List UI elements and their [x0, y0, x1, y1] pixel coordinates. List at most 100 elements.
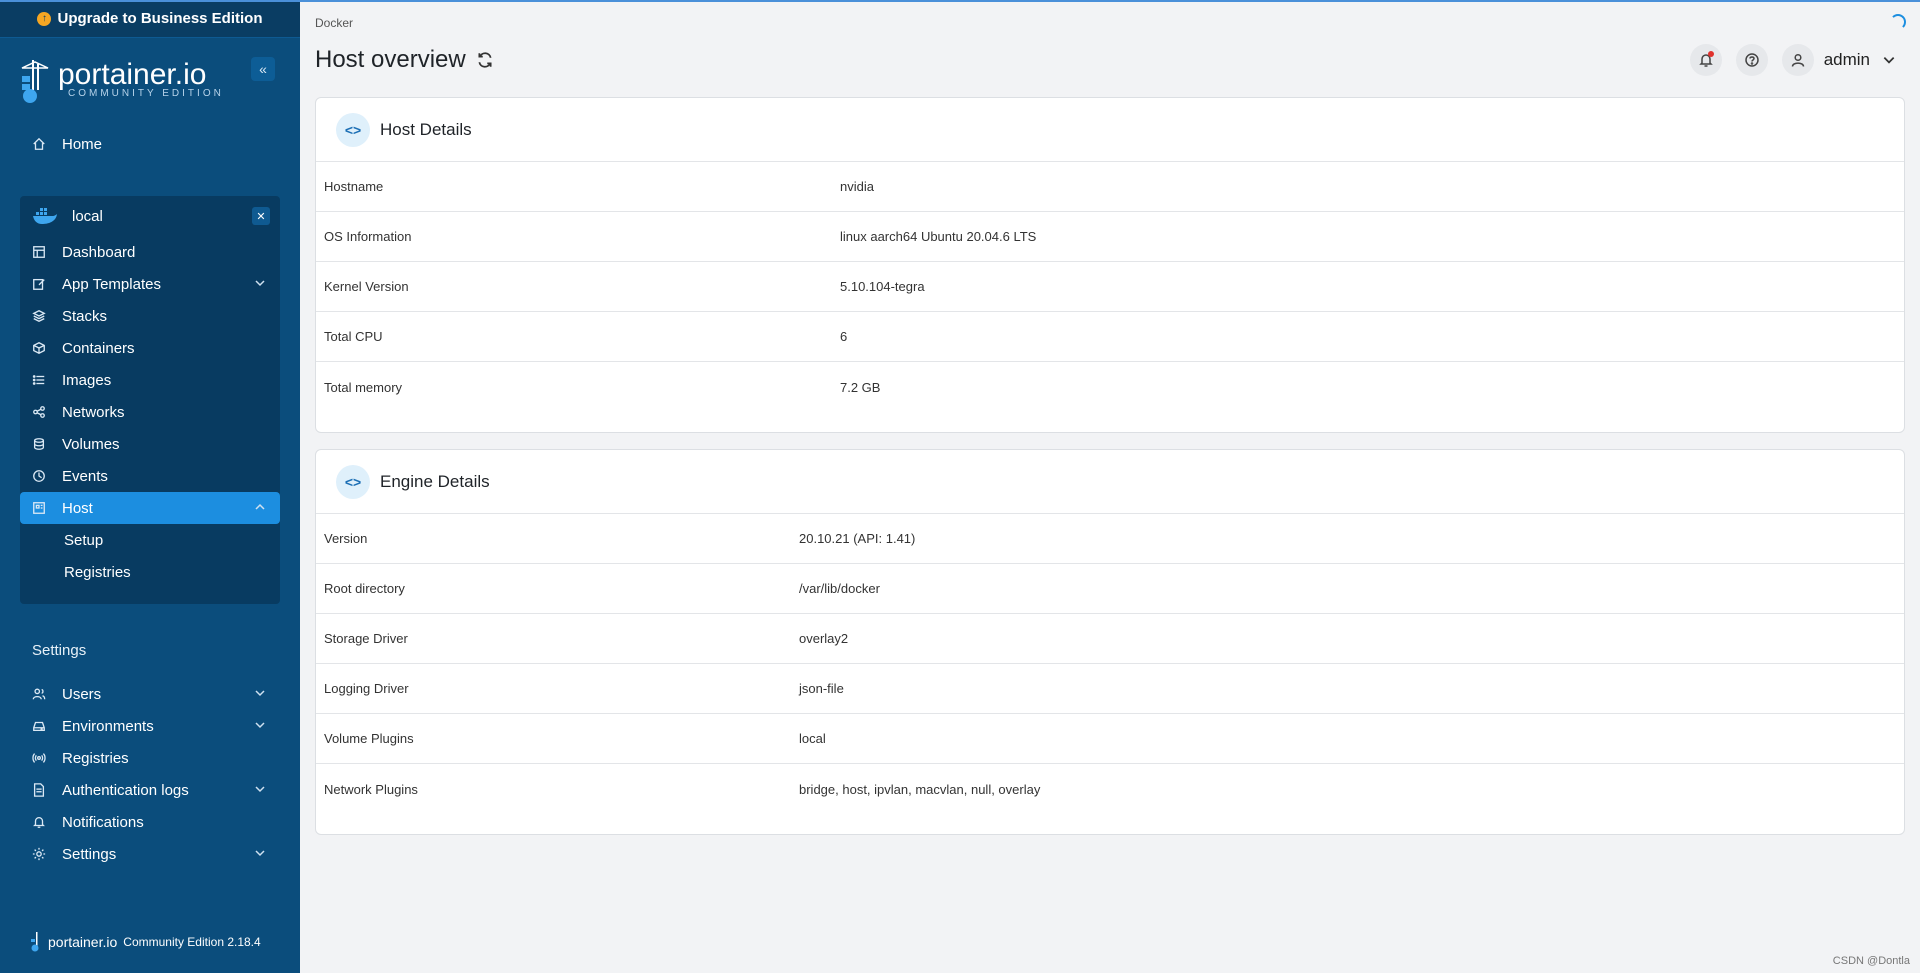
- header-actions: admin: [1676, 44, 1896, 76]
- sidebar-item-label: Authentication logs: [62, 781, 189, 799]
- main-content: Docker Host overview admin <> Host Detai…: [300, 0, 1920, 973]
- layers-icon: [30, 307, 48, 325]
- sidebar-item-app-templates[interactable]: App Templates: [20, 268, 280, 300]
- bell-icon: [30, 813, 48, 831]
- row-value: 20.10.21 (API: 1.41): [799, 531, 916, 546]
- row-key: Logging Driver: [324, 681, 409, 696]
- page-title-text: Host overview: [315, 46, 466, 73]
- row-key: Network Plugins: [324, 781, 418, 797]
- radio-icon: [30, 749, 48, 767]
- sidebar-item-volumes[interactable]: Volumes: [20, 428, 280, 460]
- table-row: Total CPU 6: [316, 312, 1904, 362]
- row-value: nvidia: [840, 179, 874, 194]
- sidebar-item-label: Notifications: [62, 813, 144, 831]
- card-header: <> Engine Details: [316, 450, 1904, 514]
- page-title: Host overview: [315, 46, 494, 74]
- nav-home[interactable]: Home: [20, 130, 280, 158]
- row-key: Volume Plugins: [324, 731, 414, 746]
- sidebar-item-label: Stacks: [62, 307, 108, 325]
- sidebar-item-label: Volumes: [62, 435, 120, 453]
- table-row: Logging Driver json-file: [316, 664, 1904, 714]
- sidebar-item-label: Settings: [62, 845, 117, 863]
- footer-brand-name: portainer.io: [48, 934, 118, 950]
- row-value: overlay2: [799, 631, 849, 646]
- sidebar-item-dashboard[interactable]: Dashboard: [20, 236, 280, 268]
- row-value: 6: [840, 329, 848, 344]
- database-icon: [30, 435, 48, 453]
- upgrade-button[interactable]: ↑ Upgrade to Business Edition: [0, 0, 300, 38]
- users-icon: [30, 685, 48, 703]
- table-row: Volume Plugins local: [316, 714, 1904, 764]
- host-details-card: <> Host Details Hostname nvidia OS Infor…: [315, 97, 1905, 433]
- sidebar-item-setup[interactable]: Setup: [20, 524, 280, 556]
- table-row: Version 20.10.21 (API: 1.41): [316, 514, 1904, 564]
- close-environment-button[interactable]: ✕: [252, 207, 270, 225]
- sidebar-subitem-label: Setup: [64, 531, 104, 549]
- arrow-up-icon: ↑: [37, 11, 52, 26]
- sidebar-subitem-label: Registries: [64, 563, 131, 581]
- chevron-down-icon: [255, 722, 265, 729]
- sidebar-item-label: Dashboard: [62, 243, 136, 261]
- chevron-down-icon: [255, 850, 265, 857]
- row-key: Total CPU: [324, 329, 383, 344]
- sidebar-item-authentication-logs[interactable]: Authentication logs: [20, 774, 280, 806]
- collapse-sidebar-button[interactable]: «: [251, 57, 275, 81]
- host-icon: [30, 499, 48, 517]
- chevron-down-icon[interactable]: [1882, 53, 1896, 67]
- breadcrumb[interactable]: Docker: [315, 16, 353, 30]
- row-key: Storage Driver: [324, 631, 408, 646]
- chevron-up-icon: [255, 503, 265, 510]
- table-row: Root directory /var/lib/docker: [316, 564, 1904, 614]
- file-text-icon: [30, 781, 48, 799]
- top-progress-line: [0, 0, 1920, 2]
- sidebar-item-label: Host: [62, 499, 93, 517]
- sidebar-item-host-registries[interactable]: Registries: [20, 556, 280, 588]
- sidebar: ↑ Upgrade to Business Edition portainer.…: [0, 0, 300, 973]
- sidebar-item-label: Images: [62, 371, 112, 389]
- sidebar-item-label: Registries: [62, 749, 129, 767]
- user-menu-button[interactable]: [1781, 44, 1814, 76]
- sidebar-item-events[interactable]: Events: [20, 460, 280, 492]
- sidebar-item-networks[interactable]: Networks: [20, 396, 280, 428]
- settings-list: Users Environments Registries Authentica…: [20, 678, 280, 870]
- notifications-button[interactable]: [1689, 44, 1722, 76]
- row-key: Kernel Version: [324, 279, 409, 294]
- loading-spinner-icon: [1890, 14, 1906, 30]
- sidebar-item-stacks[interactable]: Stacks: [20, 300, 280, 332]
- table-row: Total memory 7.2 GB: [316, 362, 1904, 412]
- sidebar-item-notifications[interactable]: Notifications: [20, 806, 280, 838]
- row-value: /var/lib/docker: [799, 581, 880, 596]
- environment-panel: local ✕ Dashboard App Templates Stacks C…: [20, 196, 280, 604]
- sidebar-item-images[interactable]: Images: [20, 364, 280, 396]
- help-circle-icon: [1744, 53, 1759, 67]
- row-value: json-file: [799, 681, 844, 696]
- environment-name: local: [72, 207, 103, 225]
- engine-details-card: <> Engine Details Version 20.10.21 (API:…: [315, 449, 1905, 835]
- row-key: OS Information: [324, 229, 412, 244]
- home-icon: [30, 135, 48, 153]
- table-row: Storage Driver overlay2: [316, 614, 1904, 664]
- sidebar-item-host[interactable]: Host: [20, 492, 280, 524]
- sidebar-item-users[interactable]: Users: [20, 678, 280, 710]
- sidebar-item-containers[interactable]: Containers: [20, 332, 280, 364]
- clock-icon: [30, 467, 48, 485]
- table-row: Network Plugins bridge, host, ipvlan, ma…: [316, 764, 1904, 814]
- card-title: Host Details: [380, 119, 472, 139]
- card-header: <> Host Details: [316, 98, 1904, 162]
- refresh-icon[interactable]: [476, 51, 494, 69]
- notification-badge: [1707, 51, 1714, 57]
- user-name[interactable]: admin: [1824, 50, 1870, 70]
- gear-icon: [30, 845, 48, 863]
- dashboard-icon: [30, 243, 48, 261]
- environment-header[interactable]: local ✕: [20, 196, 280, 236]
- sidebar-item-registries[interactable]: Registries: [20, 742, 280, 774]
- help-button[interactable]: [1735, 44, 1768, 76]
- settings-heading: Settings: [32, 642, 87, 659]
- portainer-logo-icon: [31, 932, 39, 952]
- user-icon: [1791, 53, 1804, 67]
- row-value: 5.10.104-tegra: [840, 279, 925, 294]
- table-row: Kernel Version 5.10.104-tegra: [316, 262, 1904, 312]
- sidebar-item-settings[interactable]: Settings: [20, 838, 280, 870]
- sidebar-item-environments[interactable]: Environments: [20, 710, 280, 742]
- upgrade-label: Upgrade to Business Edition: [57, 10, 263, 27]
